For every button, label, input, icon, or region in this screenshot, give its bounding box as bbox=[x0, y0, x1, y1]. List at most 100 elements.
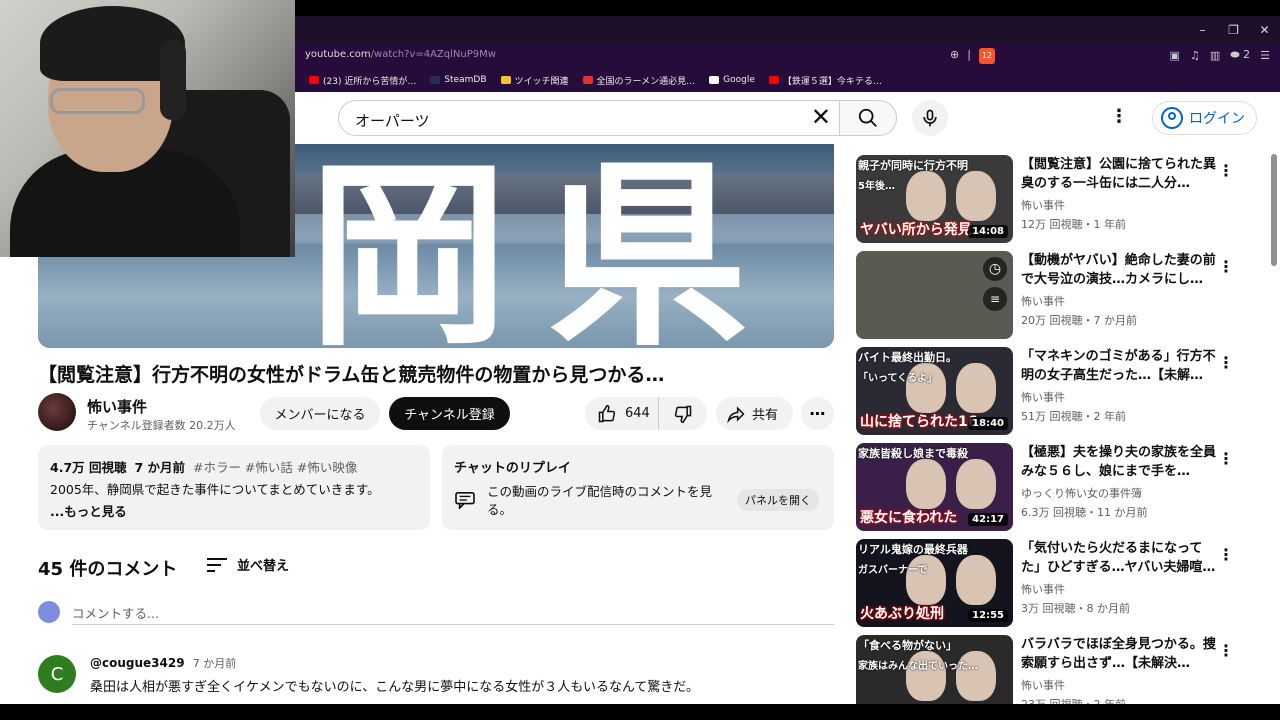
close-icon[interactable]: ✕ bbox=[1249, 16, 1280, 44]
duration-badge: 12:55 bbox=[968, 609, 1008, 622]
minimize-icon[interactable]: – bbox=[1187, 16, 1218, 44]
more-actions-button[interactable]: ⋯ bbox=[801, 397, 834, 430]
video-thumbnail[interactable]: バイト最終出勤日。 「いってくるよ」 山に捨てられた16 18:40 bbox=[856, 347, 1013, 435]
subscribe-button[interactable]: チャンネル登録 bbox=[389, 397, 510, 430]
account-icon bbox=[1161, 107, 1183, 129]
bookmark-item[interactable]: (23) 近所から苦情が… bbox=[309, 74, 416, 87]
bookmark-label: Google bbox=[723, 75, 755, 85]
video-thumbnail[interactable]: ◷ ≡ bbox=[856, 251, 1013, 339]
separator-icon: | bbox=[967, 48, 971, 61]
media-icon[interactable]: ♫ bbox=[1190, 49, 1200, 62]
search-query: オーパーツ bbox=[355, 112, 430, 130]
comments-count: 45 件のコメント bbox=[38, 559, 178, 580]
related-more-icon[interactable]: ⋮ bbox=[1218, 545, 1234, 564]
share-button[interactable]: 共有 bbox=[716, 397, 793, 430]
search-button[interactable] bbox=[839, 100, 897, 136]
join-member-button[interactable]: メンバーになる bbox=[260, 397, 380, 430]
related-more-icon[interactable]: ⋮ bbox=[1218, 641, 1234, 660]
related-video-title[interactable]: 【閲覧注意】公園に捨てられた異臭のする一斗缶には二人分… bbox=[1021, 155, 1217, 193]
chat-replay-title: チャットのリプレイ bbox=[454, 461, 571, 476]
bookmarks-bar: (23) 近所から苦情が… SteamDB ツイッチ関連 全国のラーメン通必見… Goo… bbox=[295, 68, 1280, 92]
related-video-item[interactable]: ◷ ≡ 【動機がヤバい】絶命した妻の前で大号泣の演技…カメラにし… 怖い事件 20万 回… bbox=[856, 251, 1246, 341]
comment-author-line: @cougue3429 7 か月前 bbox=[90, 655, 236, 671]
related-video-meta: 12万 回視聴・1 年前 bbox=[1021, 218, 1126, 231]
menu-icon[interactable]: ☰ bbox=[1260, 49, 1270, 62]
cast-icon[interactable]: ▣ bbox=[1170, 49, 1180, 62]
bookmark-favicon-icon bbox=[500, 76, 511, 84]
related-channel-name[interactable]: 怖い事件 bbox=[1021, 293, 1065, 309]
hashtags[interactable]: #ホラー #怖い話 #怖い映像 bbox=[193, 460, 357, 475]
brave-shield-icon[interactable]: 12 bbox=[978, 48, 995, 64]
add-to-queue-icon[interactable]: ≡ bbox=[983, 287, 1007, 311]
like-button[interactable]: 644 bbox=[585, 397, 659, 430]
show-more-link[interactable]: ...もっと見る bbox=[50, 501, 418, 520]
bookmark-label: 全国のラーメン通必見… bbox=[596, 76, 696, 87]
related-video-title[interactable]: 「気付いたら火だるまになってた」ひどすぎる…ヤバい夫婦喧… bbox=[1021, 539, 1217, 577]
related-video-item[interactable]: バイト最終出勤日。 「いってくるよ」 山に捨てられた16 18:40 「マネキンのゴミが… bbox=[856, 347, 1246, 437]
video-title: 【閲覧注意】行方不明の女性がドラム缶と競売物件の物置から見つかる… bbox=[38, 364, 665, 386]
scrollbar-thumb[interactable] bbox=[1271, 154, 1277, 266]
bookmark-item[interactable]: 全国のラーメン通必見… bbox=[582, 74, 696, 87]
related-more-icon[interactable]: ⋮ bbox=[1218, 161, 1234, 180]
bookmark-item[interactable]: Google bbox=[709, 75, 755, 85]
related-video-title[interactable]: 「マネキンのゴミがある」行方不明の女子高生だった…【未解… bbox=[1021, 347, 1217, 385]
address-bar[interactable]: youtube.com/watch?v=4AZqlNuP9Mw ⊕ | 12 ▣… bbox=[295, 44, 1280, 68]
url-host: youtube.com bbox=[305, 49, 371, 60]
related-video-title[interactable]: 【動機がヤバい】絶命した妻の前で大号泣の演技…カメラにし… bbox=[1021, 251, 1217, 289]
dislike-button[interactable] bbox=[659, 397, 707, 430]
extensions-icon[interactable]: ⬬ 2 bbox=[1230, 48, 1250, 62]
related-video-item[interactable]: 親子が同時に行方不明 5年後… ヤバい所から発見 14:08 【閲覧注意】公園に捨てられ… bbox=[856, 155, 1246, 245]
commenter-avatar[interactable]: C bbox=[38, 655, 76, 693]
comment-time[interactable]: 7 か月前 bbox=[193, 657, 237, 670]
bookmark-item[interactable]: SteamDB bbox=[430, 75, 487, 85]
related-video-item[interactable]: リアル鬼嫁の最終兵器 ガスバーナーで 火あぶり処刑 12:55 「気付いたら火だるまにな… bbox=[856, 539, 1246, 629]
bookmark-item[interactable]: ツイッチ関連 bbox=[500, 74, 569, 87]
login-button[interactable]: ログイン bbox=[1152, 101, 1257, 135]
address-actions: ⊕ | 12 bbox=[950, 48, 995, 64]
related-video-item[interactable]: 「食べる物がない」 家族はみんな出ていった… バラバラでほぼ全身見つかる。捜索願すら… bbox=[856, 635, 1246, 704]
url-text[interactable]: youtube.com/watch?v=4AZqlNuP9Mw bbox=[305, 49, 496, 60]
description-box[interactable]: 4.7万 回視聴 7 か月前 #ホラー #怖い話 #怖い映像 2005年、静岡県… bbox=[38, 445, 430, 530]
thumbnail-caption-top: リアル鬼嫁の最終兵器 bbox=[858, 543, 968, 556]
channel-avatar[interactable] bbox=[38, 393, 76, 431]
video-thumbnail[interactable]: 親子が同時に行方不明 5年後… ヤバい所から発見 14:08 bbox=[856, 155, 1013, 243]
related-channel-name[interactable]: 怖い事件 bbox=[1021, 197, 1065, 213]
clear-search-icon[interactable]: ✕ bbox=[811, 103, 831, 131]
channel-name[interactable]: 怖い事件 bbox=[87, 396, 147, 417]
watch-later-icon[interactable]: ◷ bbox=[983, 257, 1007, 281]
sort-comments-button[interactable]: 並べ替え bbox=[207, 555, 289, 574]
zoom-icon[interactable]: ⊕ bbox=[950, 48, 959, 64]
related-channel-name[interactable]: 怖い事件 bbox=[1021, 389, 1065, 405]
comment-input[interactable]: コメントする... bbox=[72, 603, 834, 625]
chat-replay-box: チャットのリプレイ この動画のライブ配信時のコメントを見る。 パネルを開く bbox=[442, 445, 834, 530]
open-panel-button[interactable]: パネルを開く bbox=[737, 489, 819, 511]
voice-search-button[interactable] bbox=[912, 100, 948, 136]
related-more-icon[interactable]: ⋮ bbox=[1218, 449, 1234, 468]
masthead: オーパーツ ✕ ⋮ ログイン bbox=[295, 92, 1280, 144]
related-channel-name[interactable]: 怖い事件 bbox=[1021, 581, 1065, 597]
related-videos: 親子が同時に行方不明 5年後… ヤバい所から発見 14:08 【閲覧注意】公園に捨てられ… bbox=[856, 144, 1246, 704]
upload-age: 7 か月前 bbox=[134, 460, 186, 475]
related-more-icon[interactable]: ⋮ bbox=[1218, 353, 1234, 372]
video-thumbnail[interactable]: 「食べる物がない」 家族はみんな出ていった… bbox=[856, 635, 1013, 704]
bookmark-item[interactable]: 【鉄運５選】今キテる… bbox=[768, 74, 882, 87]
settings-more-icon[interactable]: ⋮ bbox=[1110, 106, 1128, 127]
related-video-item[interactable]: 家族皆殺し娘まで毒殺 悪女に食われた 42:17 【極悪】夫を操り夫の家族を全員みな５… bbox=[856, 443, 1246, 533]
page-scrollbar[interactable] bbox=[1268, 92, 1280, 704]
sidebar-icon[interactable]: ▥ bbox=[1210, 49, 1220, 62]
related-channel-name[interactable]: 怖い事件 bbox=[1021, 677, 1065, 693]
view-count: 4.7万 回視聴 bbox=[50, 460, 127, 475]
comment-author[interactable]: @cougue3429 bbox=[90, 656, 185, 670]
related-more-icon[interactable]: ⋮ bbox=[1218, 257, 1234, 276]
extensions-count: 2 bbox=[1243, 48, 1251, 61]
related-channel-name[interactable]: ゆっくり怖い女の事件簿 bbox=[1021, 485, 1142, 501]
related-video-title[interactable]: バラバラでほぼ全身見つかる。捜索願すら出さず…【未解決… bbox=[1021, 635, 1217, 673]
related-video-title[interactable]: 【極悪】夫を操り夫の家族を全員みな５６し、娘にまで手を… bbox=[1021, 443, 1217, 481]
video-thumbnail[interactable]: リアル鬼嫁の最終兵器 ガスバーナーで 火あぶり処刑 12:55 bbox=[856, 539, 1013, 627]
chat-bubble-icon bbox=[455, 491, 475, 509]
thumbnail-caption-top: 親子が同時に行方不明 bbox=[858, 159, 968, 172]
description-text: 2005年、静岡県で起きた事件についてまとめていきます。 bbox=[50, 482, 380, 497]
video-thumbnail[interactable]: 家族皆殺し娘まで毒殺 悪女に食われた 42:17 bbox=[856, 443, 1013, 531]
search-input[interactable]: オーパーツ ✕ bbox=[338, 100, 839, 136]
restore-icon[interactable]: ❐ bbox=[1218, 16, 1249, 44]
